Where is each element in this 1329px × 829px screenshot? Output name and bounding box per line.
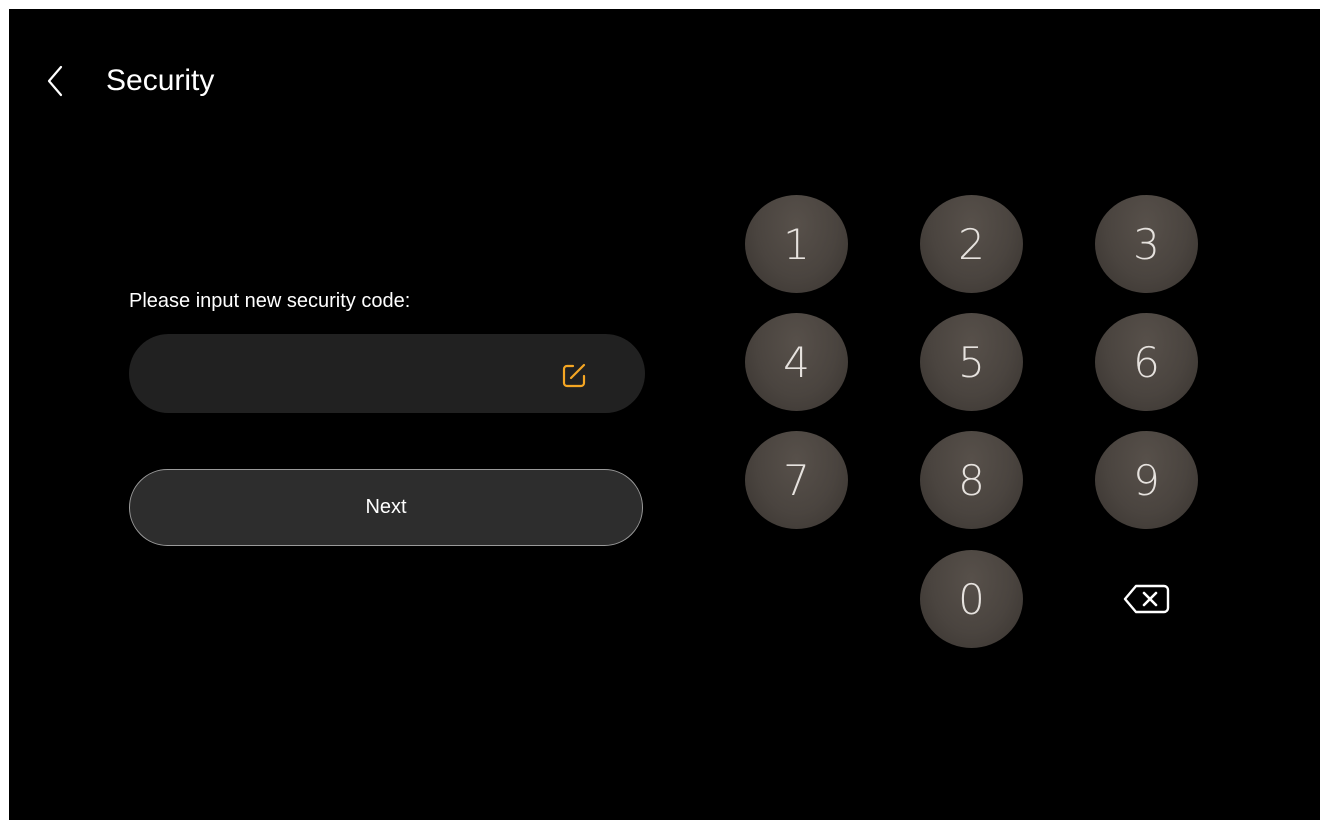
- keypad-key-9[interactable]: 9: [1095, 431, 1198, 529]
- keypad-key-5[interactable]: 5: [920, 313, 1023, 411]
- page-title: Security: [106, 64, 215, 97]
- keypad-key-1[interactable]: 1: [745, 195, 848, 293]
- keypad-key-4[interactable]: 4: [745, 313, 848, 411]
- keypad-key-8[interactable]: 8: [920, 431, 1023, 529]
- keypad-key-2[interactable]: 2: [920, 195, 1023, 293]
- security-screen: Security Please input new security code:…: [9, 9, 1320, 820]
- backspace-icon: [1123, 584, 1169, 614]
- security-code-field[interactable]: [129, 334, 645, 415]
- code-prompt-label: Please input new security code:: [129, 290, 411, 312]
- next-button[interactable]: Next: [129, 469, 643, 546]
- keypad-key-3[interactable]: 3: [1095, 195, 1198, 293]
- edit-icon[interactable]: [557, 358, 591, 392]
- keypad-key-0[interactable]: 0: [920, 550, 1023, 648]
- back-button[interactable]: [35, 61, 75, 101]
- security-code-input[interactable]: [157, 334, 541, 415]
- keypad-key-6[interactable]: 6: [1095, 313, 1198, 411]
- chevron-left-icon: [47, 65, 63, 97]
- backspace-button[interactable]: [1095, 550, 1198, 648]
- keypad-key-7[interactable]: 7: [745, 431, 848, 529]
